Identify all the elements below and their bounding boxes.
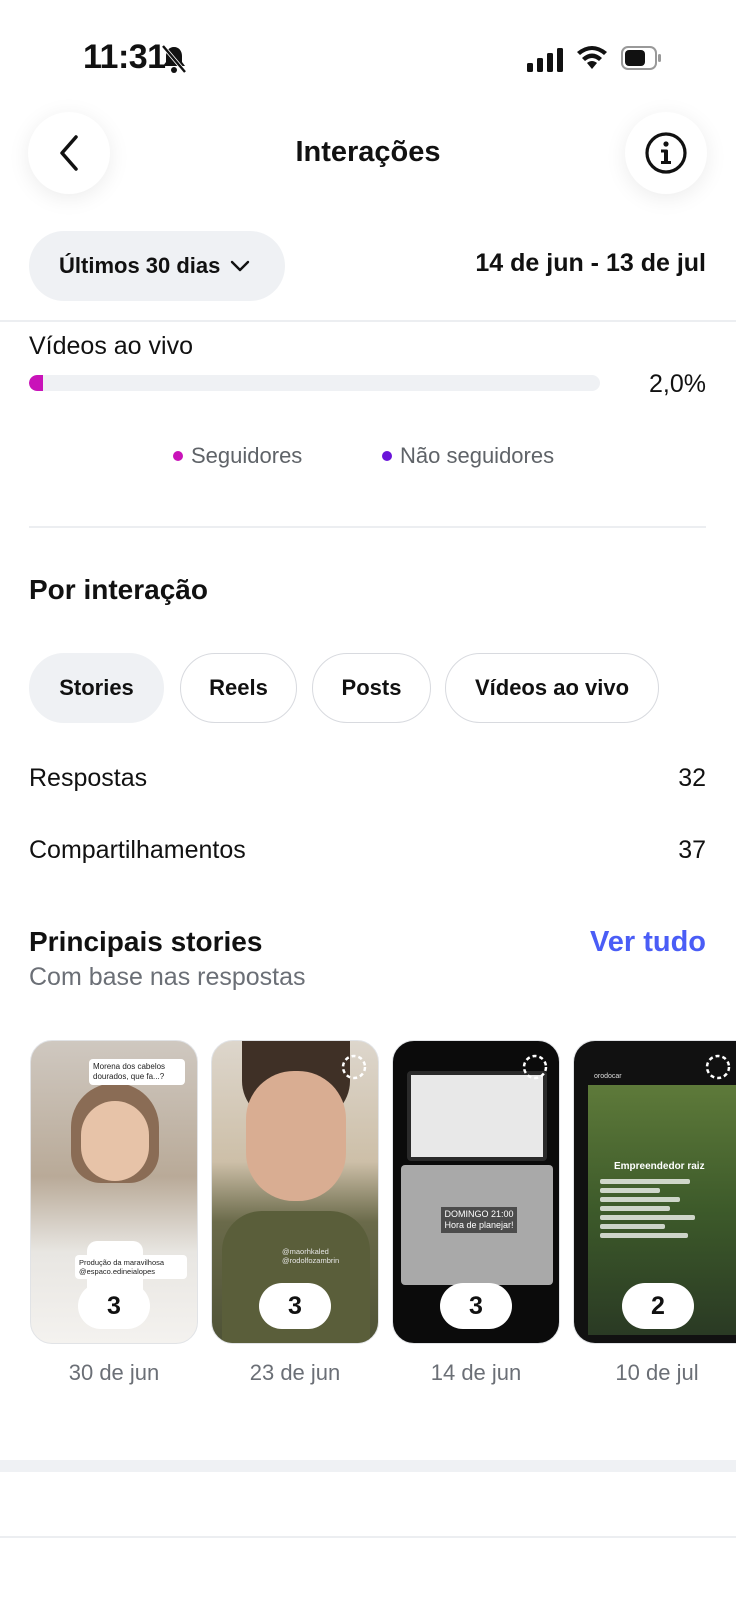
see-all-link[interactable]: Ver tudo	[590, 926, 706, 959]
story-count-badge: 3	[259, 1283, 331, 1329]
story-thumbnail[interactable]: @maorhkaled @rodolfozambrin 3	[211, 1040, 379, 1344]
story-caption: @maorhkaled @rodolfozambrin	[282, 1247, 340, 1265]
story-count-badge: 3	[440, 1283, 512, 1329]
metric-value: 37	[678, 836, 706, 864]
loading-icon	[522, 1054, 548, 1080]
legend-followers: Seguidores	[173, 443, 302, 469]
legend-non-followers: Não seguidores	[382, 443, 554, 469]
story-text-line	[600, 1215, 695, 1220]
legend-non-followers-label: Não seguidores	[400, 443, 555, 468]
live-videos-label: Vídeos ao vivo	[29, 332, 193, 360]
loading-icon	[705, 1054, 731, 1080]
header: Interações	[0, 110, 736, 210]
status-time: 11:31	[83, 38, 166, 76]
chevron-down-icon	[231, 260, 250, 272]
story-count-badge: 2	[622, 1283, 694, 1329]
loading-icon	[341, 1054, 367, 1080]
story-text-line	[600, 1197, 680, 1202]
section-separator	[0, 1460, 736, 1472]
story-thumbnail[interactable]: orodocar Empreendedor raiz 2	[573, 1040, 736, 1344]
metric-label: Respostas	[29, 764, 148, 792]
metric-value: 32	[678, 764, 706, 792]
period-dropdown[interactable]: Últimos 30 dias	[29, 231, 285, 301]
wifi-icon	[577, 46, 607, 69]
status-bar: 11:31	[0, 0, 736, 110]
story-thumbnail[interactable]: DOMINGO 21:00 Hora de planejar! 3	[392, 1040, 560, 1344]
story-caption: DOMINGO 21:00 Hora de planejar!	[441, 1207, 517, 1233]
section-title-top-stories: Principais stories	[29, 926, 263, 957]
cellular-signal-icon	[527, 48, 563, 72]
story-text-line	[600, 1188, 660, 1193]
live-videos-bar	[29, 375, 600, 391]
story-count-badge: 3	[78, 1283, 150, 1329]
story-date: 10 de jul	[615, 1360, 699, 1385]
legend: Seguidores Não seguidores	[0, 443, 736, 473]
filter-row: Últimos 30 dias 14 de jun - 13 de jul	[0, 231, 736, 303]
bell-muted-icon	[161, 44, 187, 74]
story-caption: Produção da maravilhosa @espaco.edineial…	[75, 1255, 187, 1279]
tab-reels[interactable]: Reels	[180, 653, 297, 723]
story-caption: Morena dos cabelos dourados, que fa...?	[89, 1059, 185, 1085]
tab-live-videos[interactable]: Vídeos ao vivo	[445, 653, 659, 723]
info-icon	[645, 132, 687, 174]
story-thumbnail[interactable]: Morena dos cabelos dourados, que fa...? …	[30, 1040, 198, 1344]
date-range: 14 de jun - 13 de jul	[475, 249, 706, 277]
tab-posts[interactable]: Posts	[312, 653, 431, 723]
story-caption: orodocar	[594, 1073, 622, 1080]
metric-row-replies: Respostas 32	[29, 764, 706, 793]
top-stories-subtitle: Com base nas respostas	[29, 963, 306, 991]
section-title-by-interaction: Por interação	[29, 574, 208, 605]
story-caption: Empreendedor raiz	[614, 1161, 705, 1172]
story-text-line	[600, 1233, 688, 1238]
divider	[0, 320, 736, 322]
divider	[0, 1536, 736, 1538]
story-text-line	[600, 1224, 665, 1229]
metric-row-shares: Compartilhamentos 37	[29, 836, 706, 865]
story-date: 30 de jun	[68, 1360, 160, 1385]
info-button[interactable]	[625, 112, 707, 194]
story-text-line	[600, 1206, 670, 1211]
period-label: Últimos 30 dias	[59, 253, 221, 278]
followers-dot-icon	[173, 451, 183, 461]
divider	[29, 526, 706, 528]
story-face	[246, 1071, 346, 1201]
story-laptop-screen	[407, 1071, 547, 1161]
tab-stories[interactable]: Stories	[29, 653, 164, 723]
story-text-line	[600, 1179, 690, 1184]
story-date: 14 de jun	[430, 1360, 522, 1385]
legend-followers-label: Seguidores	[191, 443, 303, 468]
story-date: 23 de jun	[249, 1360, 341, 1385]
story-face	[81, 1101, 149, 1181]
non-followers-dot-icon	[382, 451, 392, 461]
metric-label: Compartilhamentos	[29, 836, 246, 864]
battery-icon	[621, 46, 661, 70]
story-text-list	[600, 1179, 700, 1271]
live-videos-bar-fill	[29, 375, 44, 391]
live-videos-value: 2,0%	[649, 370, 706, 398]
